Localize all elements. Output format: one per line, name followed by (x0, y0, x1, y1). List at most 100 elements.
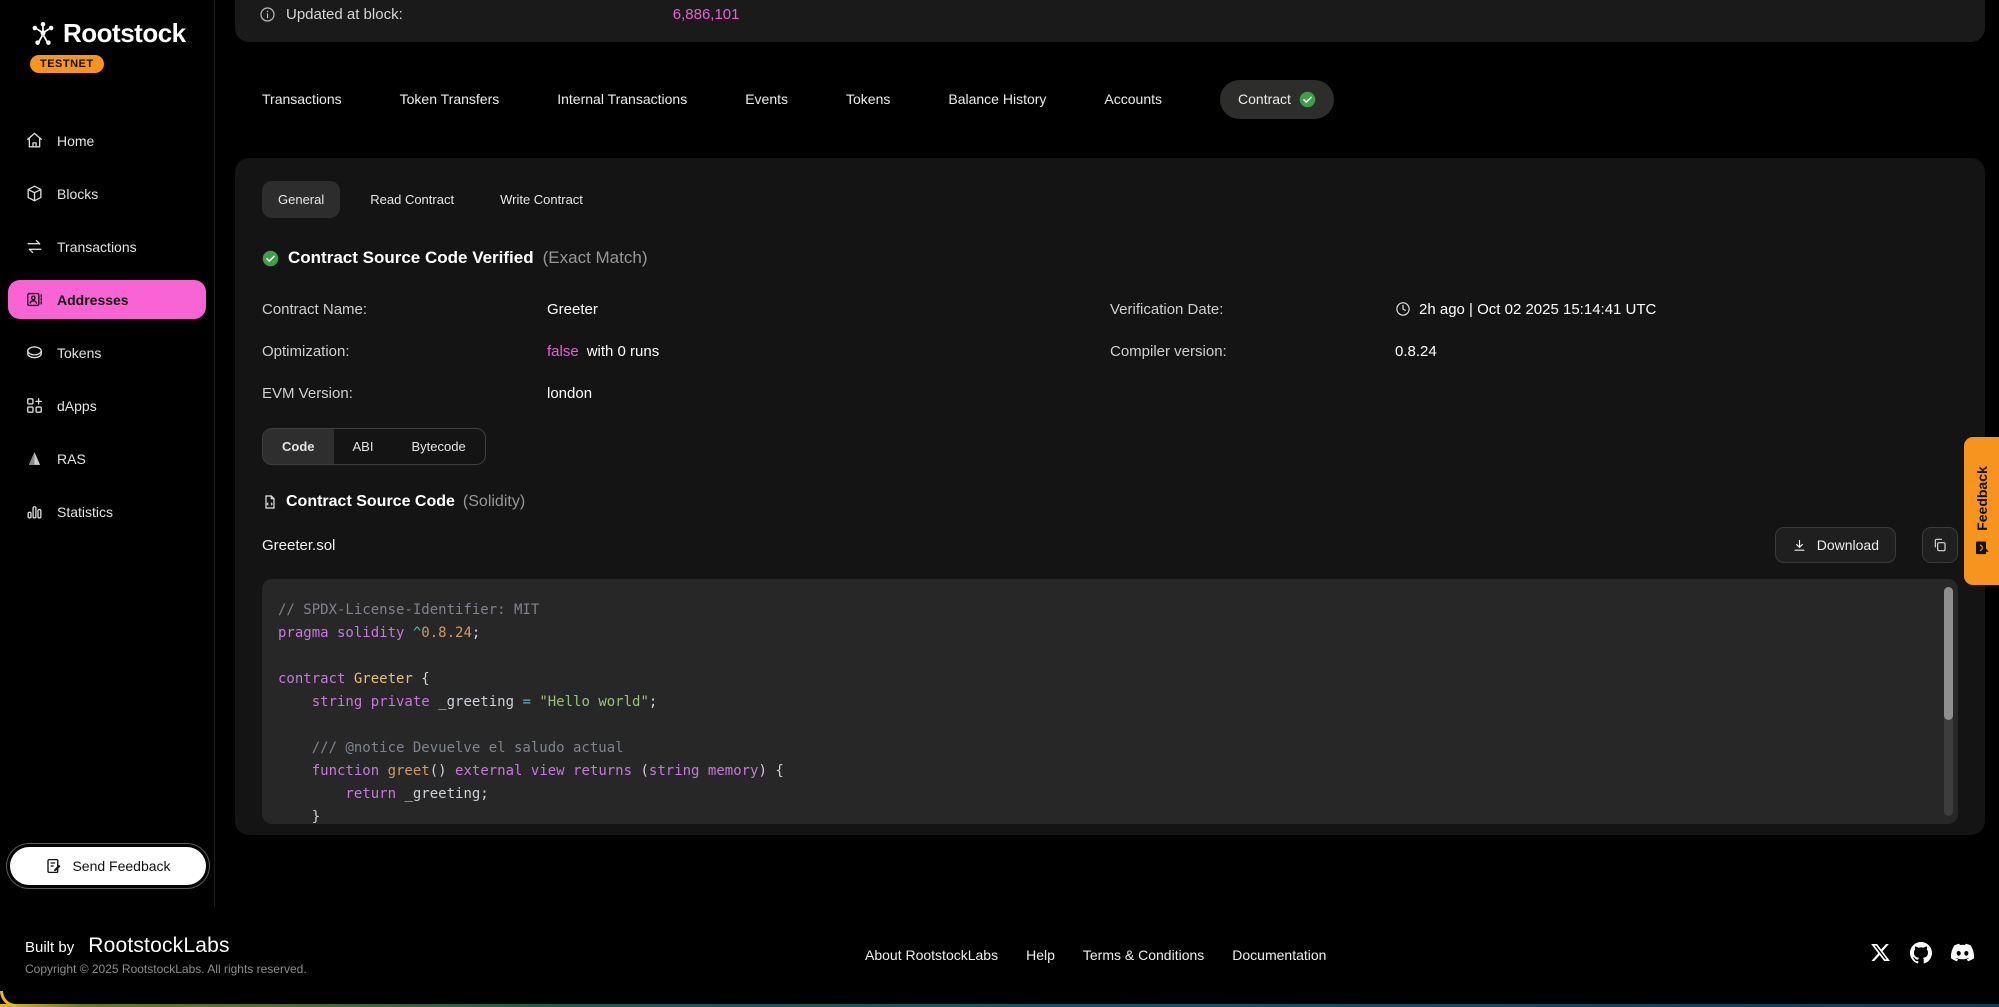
tab-contract[interactable]: Contract (1220, 80, 1334, 119)
verified-match-type: (Exact Match) (543, 248, 648, 268)
copyright-text: Copyright © 2025 RootstockLabs. All righ… (25, 962, 307, 976)
sidebar-item-ras[interactable]: RAS (8, 439, 206, 478)
detail-label: Contract Name: (262, 301, 547, 318)
file-row: Greeter.sol Download (262, 527, 1958, 563)
detail-value-part: london (547, 385, 592, 402)
code-scrollbar-thumb[interactable] (1944, 587, 1953, 720)
file-icon (262, 494, 278, 510)
detail-label: EVM Version: (262, 385, 547, 402)
detail-value: 2h ago | Oct 02 2025 15:14:41 UTC (1395, 301, 1656, 318)
sidebar-item-dapps[interactable]: dApps (8, 386, 206, 425)
edit-note-icon (45, 857, 63, 875)
toggle-bytecode[interactable]: Bytecode (392, 429, 484, 464)
sidebar-item-statistics[interactable]: Statistics (8, 492, 206, 531)
code-view-toggle: CodeABIBytecode (262, 428, 486, 465)
tab-balance-history[interactable]: Balance History (948, 91, 1046, 107)
sidebar-item-tokens[interactable]: Tokens (8, 333, 206, 372)
code-line: string private _greeting = "Hello world"… (278, 691, 1928, 714)
tab-tokens[interactable]: Tokens (846, 91, 890, 107)
detail-value-part: 2h ago | Oct 02 2025 15:14:41 UTC (1419, 301, 1656, 318)
x-icon[interactable] (1870, 942, 1891, 968)
tab-internal-transactions[interactable]: Internal Transactions (557, 91, 687, 107)
detail-row-evm-version: EVM Version:london (262, 372, 1110, 414)
sidebar-item-home[interactable]: Home (8, 121, 206, 160)
tab-events[interactable]: Events (745, 91, 788, 107)
check-circle-icon (262, 250, 279, 267)
detail-row-optimization: Optimization:false with 0 runs (262, 330, 1110, 372)
tab-token-transfers[interactable]: Token Transfers (400, 91, 500, 107)
discord-icon[interactable] (1951, 941, 1974, 969)
tab-accounts[interactable]: Accounts (1104, 91, 1162, 107)
contract-panel: General Read Contract Write Contract Contr… (235, 158, 1985, 835)
footer-link-help[interactable]: Help (1026, 947, 1055, 963)
brand-logo[interactable]: Rootstock (8, 18, 206, 49)
tab-label: Contract (1238, 91, 1291, 107)
rootstock-logo-icon (30, 21, 56, 47)
tokens-icon (24, 343, 44, 362)
transactions-icon (24, 237, 44, 256)
toggle-code[interactable]: Code (263, 429, 334, 464)
detail-value: Greeter (547, 301, 598, 318)
app-shell: Rootstock TESTNET Home Blocks Transactions… (0, 0, 1999, 907)
feedback-tab-label: Feedback (1974, 466, 1990, 531)
send-feedback-label: Send Feedback (72, 858, 170, 874)
detail-value-part: false (547, 343, 579, 360)
footer-links: About RootstockLabs Help Terms & Condition… (865, 947, 1326, 963)
code-line (278, 714, 1928, 737)
home-icon (24, 131, 44, 150)
source-code-block: // SPDX-License-Identifier: MITpragma so… (262, 579, 1958, 824)
subtab-read-contract[interactable]: Read Contract (354, 181, 470, 218)
github-icon[interactable] (1910, 942, 1932, 969)
sidebar-item-label: Tokens (57, 345, 101, 361)
tab-transactions[interactable]: Transactions (262, 91, 342, 107)
code-line: } (278, 806, 1928, 824)
blocks-icon (24, 184, 44, 203)
copy-source-button[interactable] (1922, 527, 1958, 563)
sidebar-item-label: Home (57, 133, 94, 149)
footer-link-about-rootstocklabs[interactable]: About RootstockLabs (865, 947, 998, 963)
sidebar-nav: Home Blocks Transactions Addresses Tokens dAp… (8, 121, 206, 531)
subtab-general[interactable]: General (262, 181, 340, 218)
testnet-badge: TESTNET (30, 55, 104, 73)
sidebar-item-label: Statistics (57, 504, 113, 520)
file-actions: Download (1775, 527, 1958, 563)
tab-label: Internal Transactions (557, 91, 687, 107)
check-circle-icon (1299, 91, 1316, 108)
footer-link-documentation[interactable]: Documentation (1232, 947, 1326, 963)
toggle-abi[interactable]: ABI (334, 429, 393, 464)
feedback-icon (1974, 540, 1990, 556)
source-code-title: Contract Source Code (286, 493, 455, 511)
detail-label: Optimization: (262, 343, 547, 360)
code-line: // SPDX-License-Identifier: MIT (278, 599, 1928, 622)
source-code-header: Contract Source Code (Solidity) (262, 493, 1958, 511)
feedback-side-tab[interactable]: Feedback (1964, 437, 1999, 585)
built-by-label: Built by (25, 939, 74, 956)
sidebar-item-transactions[interactable]: Transactions (8, 227, 206, 266)
subtab-write-contract[interactable]: Write Contract (484, 181, 599, 218)
footer-link-terms-conditions[interactable]: Terms & Conditions (1083, 947, 1204, 963)
detail-value-part: with 0 runs (587, 343, 660, 360)
contract-details: Contract Name:GreeterOptimization:false … (262, 288, 1958, 414)
detail-value: false with 0 runs (547, 343, 659, 360)
detail-label: Compiler version: (1110, 343, 1395, 360)
tab-label: Accounts (1104, 91, 1162, 107)
download-button[interactable]: Download (1775, 527, 1896, 563)
code-scrollbar[interactable] (1944, 587, 1953, 816)
info-icon (259, 6, 276, 23)
send-feedback-button[interactable]: Send Feedback (10, 847, 206, 885)
sidebar-item-blocks[interactable]: Blocks (8, 174, 206, 213)
detail-value: london (547, 385, 592, 402)
tab-label: Token Transfers (400, 91, 500, 107)
sidebar: Rootstock TESTNET Home Blocks Transactions… (0, 0, 215, 907)
block-number[interactable]: 6,886,101 (673, 6, 740, 23)
tab-label: Events (745, 91, 788, 107)
copy-icon (1932, 537, 1948, 553)
rootstocklabs-logo[interactable]: RootstockLabs (88, 934, 230, 958)
detail-value-part: Greeter (547, 301, 598, 318)
addresses-icon (24, 290, 44, 309)
ras-icon (24, 449, 44, 468)
detail-row-contract-name: Contract Name:Greeter (262, 288, 1110, 330)
source-code-language: (Solidity) (463, 493, 525, 511)
sidebar-item-addresses[interactable]: Addresses (8, 280, 206, 319)
footer: Built by RootstockLabs Copyright © 2025 … (0, 907, 1999, 1003)
